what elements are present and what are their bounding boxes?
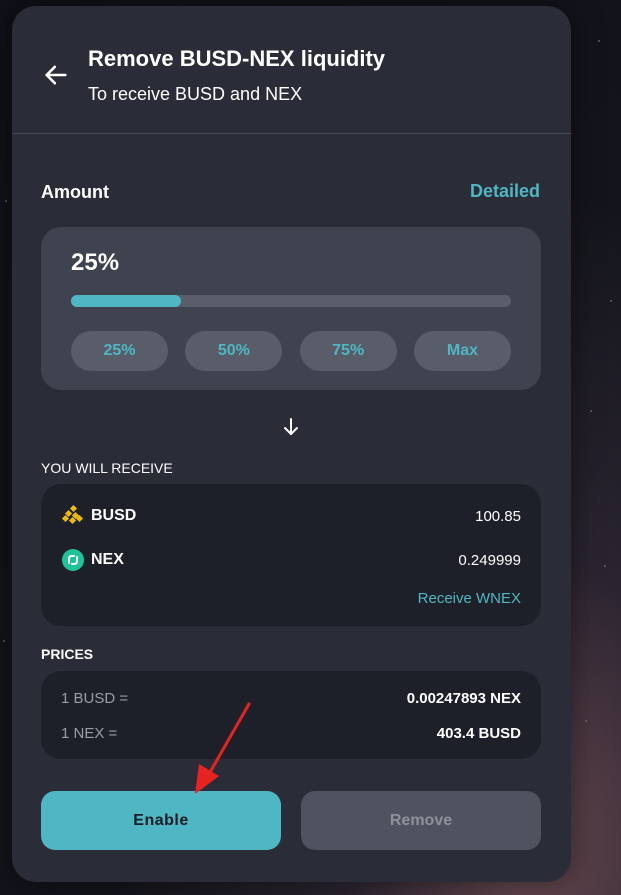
token-amount: 0.249999 [458,551,521,569]
token-amount: 100.85 [475,507,521,525]
receive-panel: BUSD 100.85 NEX 0.249999 Receive WNEX [41,484,541,626]
price-row: 1 NEX = 403.4 BUSD [61,725,521,742]
receive-wnex-link[interactable]: Receive WNEX [418,590,521,607]
price-value: 403.4 BUSD [436,725,521,742]
token-symbol: BUSD [91,507,137,524]
page-subtitle: To receive BUSD and NEX [88,84,303,104]
token-symbol: NEX [91,551,124,568]
card-header: Remove BUSD-NEX liquidity To receive BUS… [12,6,571,134]
preset-25-button[interactable]: 25% [71,331,168,371]
preset-75-button[interactable]: 75% [299,331,397,371]
enable-button[interactable]: Enable [41,791,281,850]
amount-percent: 25% [71,249,120,276]
page-title: Remove BUSD-NEX liquidity [88,46,386,71]
slider-fill [71,295,181,307]
remove-button: Remove [301,791,541,850]
amount-label: Amount [41,182,109,202]
busd-icon [61,504,84,525]
amount-panel: 25% 25% 50% 75% Max [41,227,541,390]
arrow-down-icon [284,418,298,435]
price-key: 1 BUSD = [61,690,129,707]
receive-row-nex: NEX 0.249999 [61,548,521,572]
price-value: 0.00247893 NEX [406,690,521,707]
amount-slider[interactable] [71,295,511,307]
prices-panel: 1 BUSD = 0.00247893 NEX 1 NEX = 403.4 BU… [41,671,541,759]
price-key: 1 NEX = [61,725,118,742]
preset-50-button[interactable]: 50% [185,331,283,371]
receive-label: YOU WILL RECEIVE [41,460,173,476]
arrow-left-icon[interactable] [42,61,70,89]
preset-max-button[interactable]: Max [413,331,511,371]
price-row: 1 BUSD = 0.00247893 NEX [61,690,521,707]
preset-buttons: 25% 50% 75% Max [71,331,511,371]
remove-liquidity-card: Remove BUSD-NEX liquidity To receive BUS… [12,6,571,882]
prices-label: PRICES [41,646,94,662]
receive-row-busd: BUSD 100.85 [61,504,521,528]
detailed-link[interactable]: Detailed [470,181,540,202]
nex-icon [62,549,84,571]
token-nex: NEX [61,548,124,572]
token-busd: BUSD [61,504,136,528]
